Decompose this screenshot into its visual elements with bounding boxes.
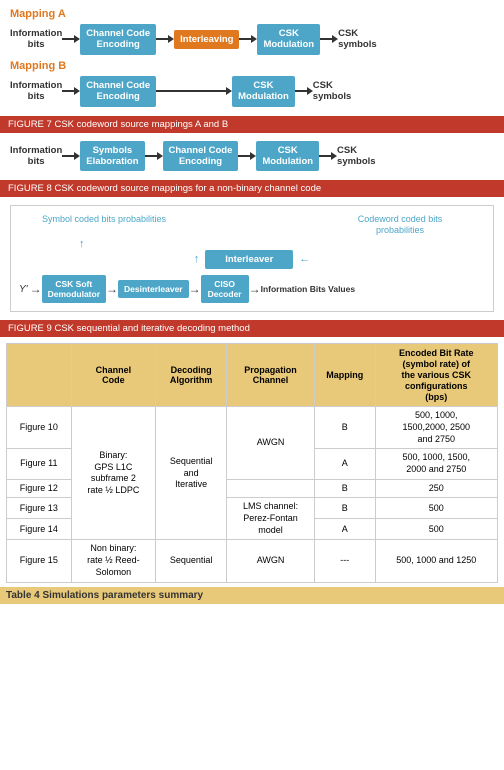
fig-12-rate: 250 bbox=[375, 479, 497, 498]
mapping-b-flow: Informationbits Channel CodeEncoding CSK… bbox=[10, 76, 494, 107]
table4-section: ChannelCode DecodingAlgorithm Propagatio… bbox=[0, 337, 504, 586]
fig-15-prop: AWGN bbox=[227, 540, 315, 582]
fig-10-prop: AWGN bbox=[227, 407, 315, 479]
fig-15-alg: Sequential bbox=[156, 540, 227, 582]
col-decoding-alg: DecodingAlgorithm bbox=[156, 344, 227, 407]
interleaver-box: Interleaver bbox=[205, 250, 293, 269]
table-row: Figure 10 Binary:GPS L1Csubframe 2rate ½… bbox=[7, 407, 498, 449]
arrow-8-1 bbox=[62, 151, 80, 161]
fig-15-channel: Non binary:rate ½ Reed-Solomon bbox=[71, 540, 156, 582]
mapping-b-label: Mapping B bbox=[10, 60, 494, 72]
desinterleaver: Desinterleaver bbox=[118, 280, 189, 298]
fig-12-prop bbox=[227, 479, 315, 498]
fig-15-mapping: --- bbox=[315, 540, 375, 582]
output-info-bits: Information Bits Values bbox=[261, 284, 355, 294]
fig-13-label: Figure 13 bbox=[7, 498, 72, 519]
arrow-b2 bbox=[214, 86, 232, 96]
table4-caption: Table 4 Simulations parameters summary bbox=[0, 587, 504, 604]
fig8-flow: Informationbits SymbolsElaboration Chann… bbox=[10, 141, 494, 172]
interleaving-a: Interleaving bbox=[174, 30, 239, 49]
col-bit-rate: Encoded Bit Rate(symbol rate) ofthe vari… bbox=[375, 344, 497, 407]
fig-13-mapping: B bbox=[315, 498, 375, 519]
symbols-elab: SymbolsElaboration bbox=[80, 141, 144, 172]
csk-mod-b: CSKModulation bbox=[232, 76, 295, 107]
mapping-a-flow: Informationbits Channel CodeEncoding Int… bbox=[10, 24, 494, 55]
figure8-section: Informationbits SymbolsElaboration Chann… bbox=[0, 133, 504, 181]
arrow-b3 bbox=[295, 86, 313, 96]
fig-13-rate: 500 bbox=[375, 498, 497, 519]
channel-code-a: Channel CodeEncoding bbox=[80, 24, 156, 55]
table4-caption-bold: Table 4 bbox=[6, 590, 40, 601]
fig7-caption: FIGURE 7 CSK codeword source mappings A … bbox=[0, 116, 504, 133]
fig-15-label: Figure 15 bbox=[7, 540, 72, 582]
mapping-a-label: Mapping A bbox=[10, 8, 494, 20]
fig-10-mapping: B bbox=[315, 407, 375, 449]
col-channel-code: ChannelCode bbox=[71, 344, 156, 407]
arrow-8-4 bbox=[319, 151, 337, 161]
symbol-coded-label: Symbol coded bits probabilities bbox=[39, 214, 169, 225]
fig-15-rate: 500, 1000 and 1250 bbox=[375, 540, 497, 582]
arrow-a3 bbox=[239, 34, 257, 44]
fig9-caption-text: CSK sequential and iterative decoding me… bbox=[52, 323, 250, 334]
fig-14-mapping: A bbox=[315, 519, 375, 540]
col-mapping: Mapping bbox=[315, 344, 375, 407]
codeword-coded-label: Codeword coded bits probabilities bbox=[335, 214, 465, 236]
csk-symbols-b: CSKsymbols bbox=[313, 80, 352, 102]
fig-10-label: Figure 10 bbox=[7, 407, 72, 449]
fig-12-mapping: B bbox=[315, 479, 375, 498]
col-propagation: PropagationChannel bbox=[227, 344, 315, 407]
figure7-section: Mapping A Informationbits Channel CodeEn… bbox=[0, 0, 504, 116]
fig-13-prop: LMS channel:Perez-Fontanmodel bbox=[227, 498, 315, 540]
arrow-8-2 bbox=[145, 151, 163, 161]
csk-symbols-8: CSKsymbols bbox=[337, 145, 376, 167]
channel-code-8: Channel CodeEncoding bbox=[163, 141, 239, 172]
ciso-decoder: CISODecoder bbox=[201, 275, 249, 303]
fig7-caption-bold: FIGURE 7 bbox=[8, 119, 52, 130]
fig9-caption: FIGURE 9 CSK sequential and iterative de… bbox=[0, 320, 504, 337]
table4: ChannelCode DecodingAlgorithm Propagatio… bbox=[6, 343, 498, 582]
fig-10-alg: SequentialandIterative bbox=[156, 407, 227, 540]
fig9-caption-bold: FIGURE 9 bbox=[8, 323, 52, 334]
fig8-caption-text: CSK codeword source mappings for a non-b… bbox=[52, 183, 321, 194]
info-bits-a: Informationbits bbox=[10, 28, 62, 51]
csk-mod-a: CSKModulation bbox=[257, 24, 320, 55]
arrow-a1 bbox=[62, 34, 80, 44]
figure9-section: Symbol coded bits probabilities Codeword… bbox=[0, 197, 504, 320]
fig8-caption-bold: FIGURE 8 bbox=[8, 183, 52, 194]
fig9-diagram: Symbol coded bits probabilities Codeword… bbox=[10, 205, 494, 312]
csk-mod-8: CSKModulation bbox=[256, 141, 319, 172]
table4-caption-text: Simulations parameters summary bbox=[40, 590, 203, 601]
info-bits-8: Informationbits bbox=[10, 145, 62, 168]
arrow-8-3 bbox=[238, 151, 256, 161]
fig-10-channel: Binary:GPS L1Csubframe 2rate ½ LDPC bbox=[71, 407, 156, 540]
arrow-a2 bbox=[156, 34, 174, 44]
channel-code-b: Channel CodeEncoding bbox=[80, 76, 156, 107]
csk-symbols-a: CSKsymbols bbox=[338, 28, 377, 50]
fig7-caption-text: CSK codeword source mappings A and B bbox=[52, 119, 228, 130]
fig-11-rate: 500, 1000, 1500,2000 and 2750 bbox=[375, 449, 497, 479]
arrow-b1 bbox=[62, 86, 80, 96]
fig-10-rate: 500, 1000,1500,2000, 2500and 2750 bbox=[375, 407, 497, 449]
input-y: Y' bbox=[19, 284, 28, 295]
table-row: Figure 15 Non binary:rate ½ Reed-Solomon… bbox=[7, 540, 498, 582]
col-figure bbox=[7, 344, 72, 407]
fig-14-label: Figure 14 bbox=[7, 519, 72, 540]
fig8-caption: FIGURE 8 CSK codeword source mappings fo… bbox=[0, 180, 504, 197]
fig-11-label: Figure 11 bbox=[7, 449, 72, 479]
fig-12-label: Figure 12 bbox=[7, 479, 72, 498]
csk-soft-demod: CSK SoftDemodulator bbox=[42, 275, 106, 303]
fig-11-mapping: A bbox=[315, 449, 375, 479]
info-bits-b: Informationbits bbox=[10, 80, 62, 103]
arrow-a4 bbox=[320, 34, 338, 44]
fig-14-rate: 500 bbox=[375, 519, 497, 540]
